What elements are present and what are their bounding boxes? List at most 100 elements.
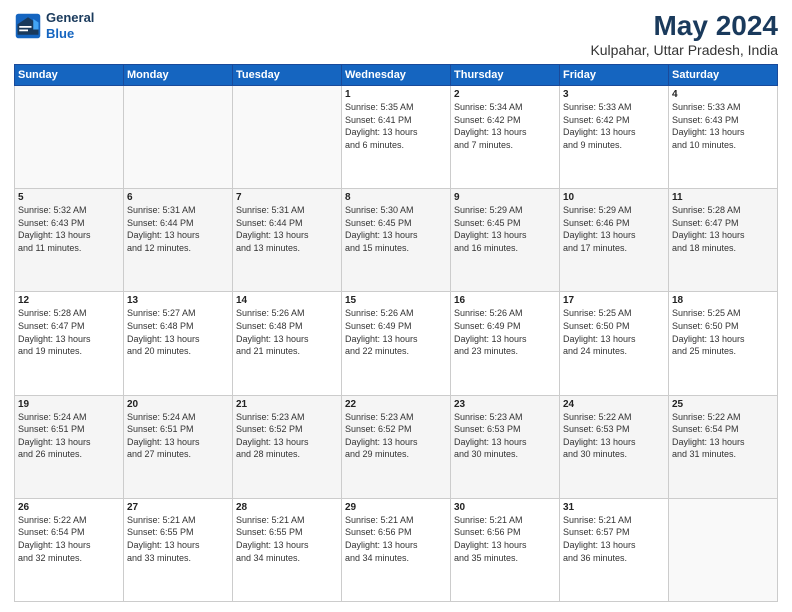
day-number: 3 [563,89,665,100]
day-details: Sunrise: 5:28 AM Sunset: 6:47 PM Dayligh… [672,204,774,254]
calendar-header-row: Sunday Monday Tuesday Wednesday Thursday… [15,65,778,86]
day-number: 1 [345,89,447,100]
day-cell: 29Sunrise: 5:21 AM Sunset: 6:56 PM Dayli… [342,498,451,601]
day-cell: 7Sunrise: 5:31 AM Sunset: 6:44 PM Daylig… [233,189,342,292]
day-cell: 30Sunrise: 5:21 AM Sunset: 6:56 PM Dayli… [451,498,560,601]
day-cell: 5Sunrise: 5:32 AM Sunset: 6:43 PM Daylig… [15,189,124,292]
day-details: Sunrise: 5:22 AM Sunset: 6:54 PM Dayligh… [672,411,774,461]
day-details: Sunrise: 5:24 AM Sunset: 6:51 PM Dayligh… [18,411,120,461]
day-cell: 10Sunrise: 5:29 AM Sunset: 6:46 PM Dayli… [560,189,669,292]
day-details: Sunrise: 5:23 AM Sunset: 6:52 PM Dayligh… [345,411,447,461]
day-details: Sunrise: 5:32 AM Sunset: 6:43 PM Dayligh… [18,204,120,254]
day-details: Sunrise: 5:23 AM Sunset: 6:53 PM Dayligh… [454,411,556,461]
day-cell: 21Sunrise: 5:23 AM Sunset: 6:52 PM Dayli… [233,395,342,498]
day-number: 11 [672,192,774,203]
day-details: Sunrise: 5:22 AM Sunset: 6:53 PM Dayligh… [563,411,665,461]
day-details: Sunrise: 5:29 AM Sunset: 6:45 PM Dayligh… [454,204,556,254]
day-number: 31 [563,502,665,513]
day-cell: 6Sunrise: 5:31 AM Sunset: 6:44 PM Daylig… [124,189,233,292]
day-cell: 18Sunrise: 5:25 AM Sunset: 6:50 PM Dayli… [669,292,778,395]
day-cell [124,86,233,189]
day-details: Sunrise: 5:26 AM Sunset: 6:49 PM Dayligh… [345,307,447,357]
day-cell: 12Sunrise: 5:28 AM Sunset: 6:47 PM Dayli… [15,292,124,395]
day-number: 27 [127,502,229,513]
main-title: May 2024 [590,10,778,42]
day-cell: 23Sunrise: 5:23 AM Sunset: 6:53 PM Dayli… [451,395,560,498]
day-cell: 24Sunrise: 5:22 AM Sunset: 6:53 PM Dayli… [560,395,669,498]
day-cell [233,86,342,189]
title-block: May 2024 Kulpahar, Uttar Pradesh, India [590,10,778,58]
calendar-table: Sunday Monday Tuesday Wednesday Thursday… [14,64,778,602]
day-cell: 13Sunrise: 5:27 AM Sunset: 6:48 PM Dayli… [124,292,233,395]
day-number: 4 [672,89,774,100]
day-cell: 22Sunrise: 5:23 AM Sunset: 6:52 PM Dayli… [342,395,451,498]
day-details: Sunrise: 5:30 AM Sunset: 6:45 PM Dayligh… [345,204,447,254]
day-number: 2 [454,89,556,100]
day-details: Sunrise: 5:24 AM Sunset: 6:51 PM Dayligh… [127,411,229,461]
col-wednesday: Wednesday [342,65,451,86]
day-details: Sunrise: 5:35 AM Sunset: 6:41 PM Dayligh… [345,101,447,151]
col-tuesday: Tuesday [233,65,342,86]
day-number: 22 [345,399,447,410]
day-details: Sunrise: 5:26 AM Sunset: 6:49 PM Dayligh… [454,307,556,357]
day-details: Sunrise: 5:21 AM Sunset: 6:56 PM Dayligh… [345,514,447,564]
day-cell: 11Sunrise: 5:28 AM Sunset: 6:47 PM Dayli… [669,189,778,292]
day-number: 17 [563,295,665,306]
logo: General Blue [14,10,94,41]
day-cell: 1Sunrise: 5:35 AM Sunset: 6:41 PM Daylig… [342,86,451,189]
day-cell: 28Sunrise: 5:21 AM Sunset: 6:55 PM Dayli… [233,498,342,601]
day-details: Sunrise: 5:21 AM Sunset: 6:57 PM Dayligh… [563,514,665,564]
week-row-4: 19Sunrise: 5:24 AM Sunset: 6:51 PM Dayli… [15,395,778,498]
day-number: 30 [454,502,556,513]
day-cell: 15Sunrise: 5:26 AM Sunset: 6:49 PM Dayli… [342,292,451,395]
day-number: 23 [454,399,556,410]
day-number: 18 [672,295,774,306]
day-cell: 8Sunrise: 5:30 AM Sunset: 6:45 PM Daylig… [342,189,451,292]
week-row-3: 12Sunrise: 5:28 AM Sunset: 6:47 PM Dayli… [15,292,778,395]
day-details: Sunrise: 5:25 AM Sunset: 6:50 PM Dayligh… [672,307,774,357]
day-cell: 4Sunrise: 5:33 AM Sunset: 6:43 PM Daylig… [669,86,778,189]
day-number: 26 [18,502,120,513]
day-number: 12 [18,295,120,306]
day-number: 21 [236,399,338,410]
week-row-2: 5Sunrise: 5:32 AM Sunset: 6:43 PM Daylig… [15,189,778,292]
day-details: Sunrise: 5:25 AM Sunset: 6:50 PM Dayligh… [563,307,665,357]
day-cell: 16Sunrise: 5:26 AM Sunset: 6:49 PM Dayli… [451,292,560,395]
day-number: 10 [563,192,665,203]
day-cell: 9Sunrise: 5:29 AM Sunset: 6:45 PM Daylig… [451,189,560,292]
day-details: Sunrise: 5:27 AM Sunset: 6:48 PM Dayligh… [127,307,229,357]
day-details: Sunrise: 5:31 AM Sunset: 6:44 PM Dayligh… [236,204,338,254]
day-number: 7 [236,192,338,203]
day-details: Sunrise: 5:31 AM Sunset: 6:44 PM Dayligh… [127,204,229,254]
day-cell: 3Sunrise: 5:33 AM Sunset: 6:42 PM Daylig… [560,86,669,189]
logo-text: General Blue [46,10,94,41]
day-cell: 17Sunrise: 5:25 AM Sunset: 6:50 PM Dayli… [560,292,669,395]
day-cell: 2Sunrise: 5:34 AM Sunset: 6:42 PM Daylig… [451,86,560,189]
day-number: 20 [127,399,229,410]
day-details: Sunrise: 5:22 AM Sunset: 6:54 PM Dayligh… [18,514,120,564]
col-sunday: Sunday [15,65,124,86]
week-row-5: 26Sunrise: 5:22 AM Sunset: 6:54 PM Dayli… [15,498,778,601]
day-details: Sunrise: 5:34 AM Sunset: 6:42 PM Dayligh… [454,101,556,151]
day-number: 8 [345,192,447,203]
day-number: 6 [127,192,229,203]
day-number: 16 [454,295,556,306]
day-cell [669,498,778,601]
day-details: Sunrise: 5:23 AM Sunset: 6:52 PM Dayligh… [236,411,338,461]
day-cell: 26Sunrise: 5:22 AM Sunset: 6:54 PM Dayli… [15,498,124,601]
day-number: 13 [127,295,229,306]
day-number: 14 [236,295,338,306]
day-details: Sunrise: 5:26 AM Sunset: 6:48 PM Dayligh… [236,307,338,357]
day-details: Sunrise: 5:21 AM Sunset: 6:56 PM Dayligh… [454,514,556,564]
week-row-1: 1Sunrise: 5:35 AM Sunset: 6:41 PM Daylig… [15,86,778,189]
day-details: Sunrise: 5:21 AM Sunset: 6:55 PM Dayligh… [236,514,338,564]
col-thursday: Thursday [451,65,560,86]
day-number: 15 [345,295,447,306]
day-cell: 25Sunrise: 5:22 AM Sunset: 6:54 PM Dayli… [669,395,778,498]
day-cell: 20Sunrise: 5:24 AM Sunset: 6:51 PM Dayli… [124,395,233,498]
day-number: 29 [345,502,447,513]
subtitle: Kulpahar, Uttar Pradesh, India [590,42,778,58]
day-number: 24 [563,399,665,410]
day-cell [15,86,124,189]
day-details: Sunrise: 5:33 AM Sunset: 6:43 PM Dayligh… [672,101,774,151]
